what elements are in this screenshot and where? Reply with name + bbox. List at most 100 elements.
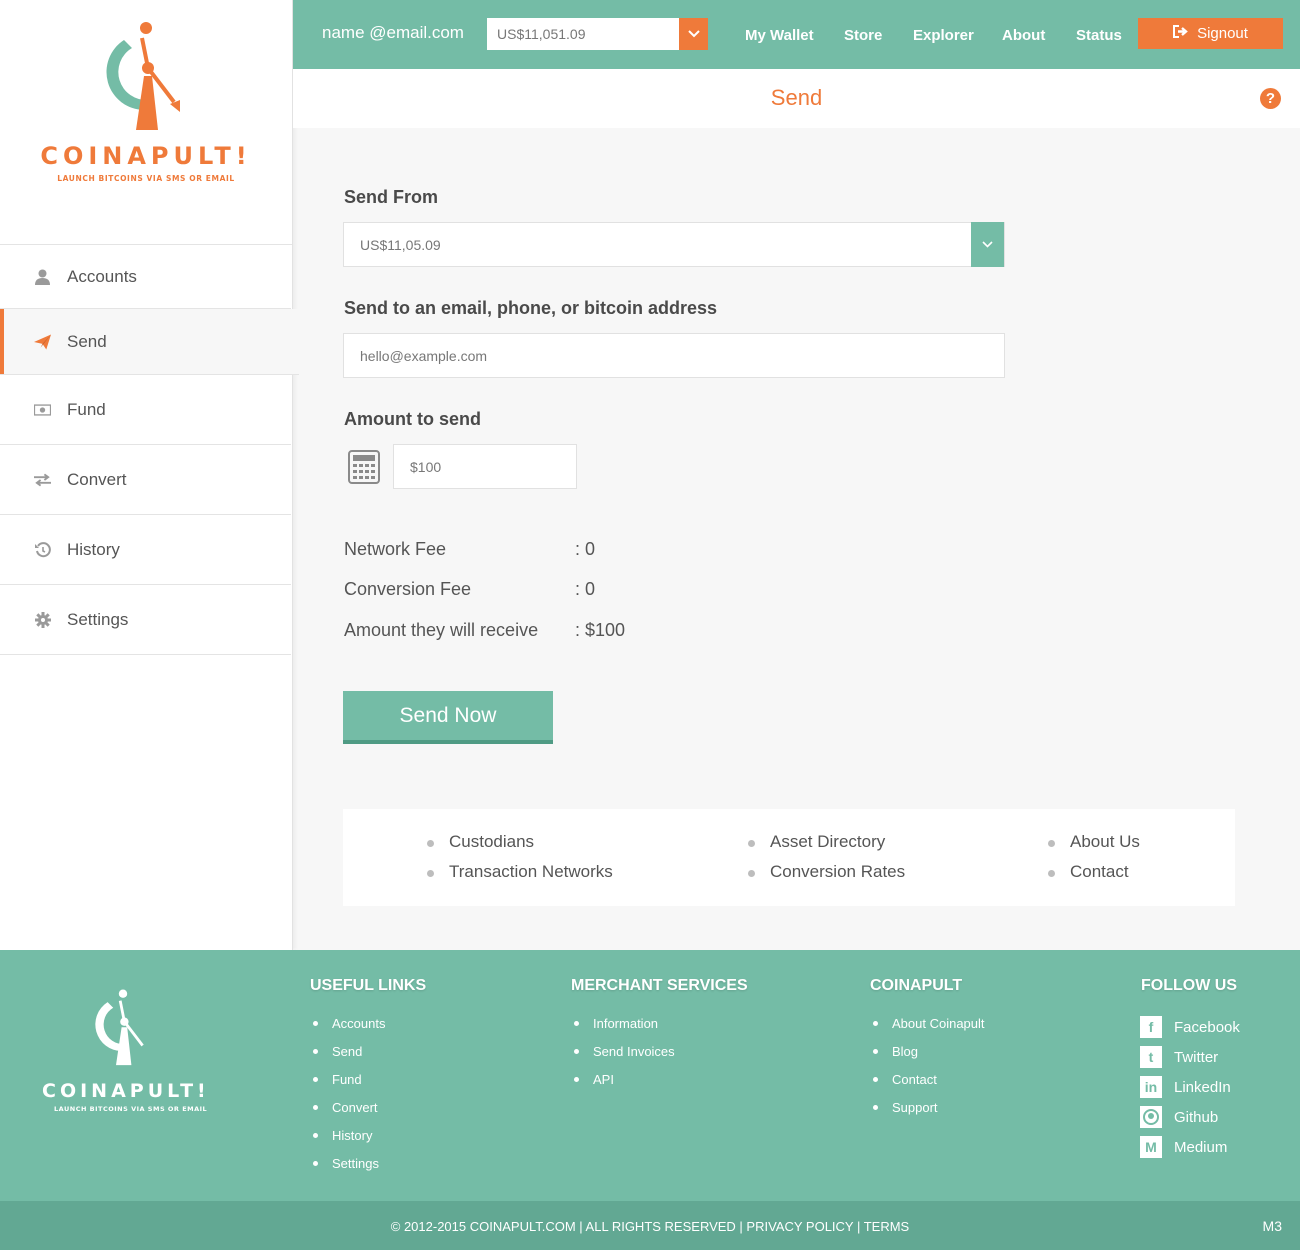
send-to-label: Send to an email, phone, or bitcoin addr… <box>344 298 718 318</box>
user-email: name @email.com <box>322 23 464 42</box>
footer-link-accounts[interactable]: Accounts <box>312 1016 385 1031</box>
social-label: Github <box>1174 1108 1219 1126</box>
nav-about[interactable]: About <box>1002 27 1045 44</box>
sidebar-item-settings[interactable]: Settings <box>0 585 291 655</box>
chevron-down-icon[interactable] <box>971 222 1004 267</box>
footer: COINAPULT! LAUNCH BITCOINS VIA SMS OR EM… <box>0 950 1300 1201</box>
recipient-input[interactable]: hello@example.com <box>343 333 1005 378</box>
sidebar-item-convert[interactable]: Convert <box>0 445 291 515</box>
facebook-icon: f <box>1140 1016 1162 1038</box>
link-custodians[interactable]: Custodians <box>426 832 534 852</box>
sidebar-item-label: Settings <box>67 609 129 629</box>
footer-link-blog[interactable]: Blog <box>872 1044 918 1059</box>
social-label: Twitter <box>1174 1048 1219 1066</box>
amount-received-row: Amount they will receive : $100 <box>344 620 625 641</box>
send-from-label: Send From <box>344 187 439 207</box>
footer-link-history[interactable]: History <box>312 1128 372 1143</box>
signout-icon <box>1173 25 1188 42</box>
medium-icon: M <box>1140 1136 1162 1158</box>
fee-label: Amount they will receive <box>344 620 539 640</box>
signout-label: Signout <box>1197 25 1248 42</box>
linkedin-icon: in <box>1140 1076 1162 1098</box>
sidebar-item-label: Send <box>67 331 107 351</box>
footer-link-send-invoices[interactable]: Send Invoices <box>574 1044 675 1059</box>
send-now-button[interactable]: Send Now <box>343 691 553 744</box>
send-from-value: US$11,05.09 <box>360 236 441 253</box>
footer-link-information[interactable]: Information <box>573 1016 658 1031</box>
link-asset-directory[interactable]: Asset Directory <box>747 832 885 852</box>
footer-link-contact[interactable]: Contact <box>873 1072 937 1087</box>
fee-value: : 0 <box>575 579 596 599</box>
footer-link-fund[interactable]: Fund <box>313 1072 362 1087</box>
social-label: Medium <box>1174 1138 1228 1156</box>
footer-merchant-title: MERCHANT SERVICES <box>571 977 748 994</box>
fee-label: Conversion Fee <box>344 579 472 599</box>
fee-value: : $100 <box>575 620 626 640</box>
sidebar-item-history[interactable]: History <box>0 515 291 585</box>
sidebar-item-send[interactable]: Send <box>0 309 299 375</box>
footer-link-convert[interactable]: Convert <box>313 1100 378 1115</box>
social-medium[interactable]: M Medium <box>1140 1136 1227 1158</box>
balance-value: US$11,051.09 <box>497 26 586 42</box>
nav-store[interactable]: Store <box>844 27 882 44</box>
amount-placeholder: $100 <box>410 458 442 475</box>
paper-plane-icon <box>34 333 51 350</box>
top-bar: name @email.com US$11,051.09 My Wallet S… <box>293 0 1300 69</box>
brand-logo[interactable]: COINAPULT! LAUNCH BITCOINS VIA SMS OR EM… <box>0 0 292 245</box>
amount-label: Amount to send <box>344 409 481 429</box>
footer-brand-name: COINAPULT! <box>42 1080 210 1102</box>
signout-button[interactable]: Signout <box>1138 18 1283 49</box>
social-twitter[interactable]: t Twitter <box>1140 1046 1218 1068</box>
sidebar-item-label: History <box>67 539 120 559</box>
link-conversion-rates[interactable]: Conversion Rates <box>747 862 905 882</box>
gear-icon <box>34 611 51 628</box>
github-icon <box>1140 1106 1162 1128</box>
fee-value: : 0 <box>575 539 596 559</box>
catapult-logo-icon <box>95 989 144 1066</box>
footer-link-about-coinapult[interactable]: About Coinapult <box>873 1016 985 1031</box>
title-bar: Send ? <box>293 69 1300 128</box>
social-label: Facebook <box>1174 1018 1240 1036</box>
sidebar-item-accounts[interactable]: Accounts <box>0 245 291 309</box>
footer-link-send[interactable]: Send <box>312 1044 362 1059</box>
social-linkedin[interactable]: in LinkedIn <box>1140 1076 1231 1098</box>
nav-my-wallet[interactable]: My Wallet <box>745 27 814 44</box>
link-about-us[interactable]: About Us <box>1048 832 1140 852</box>
sidebar-item-label: Fund <box>67 399 106 419</box>
version-label: M3 <box>1262 1218 1282 1234</box>
footer-link-api[interactable]: API <box>574 1072 614 1087</box>
money-icon <box>34 401 51 418</box>
chevron-down-icon[interactable] <box>679 18 708 50</box>
social-github[interactable]: Github <box>1140 1106 1218 1128</box>
social-label: LinkedIn <box>1174 1078 1231 1096</box>
calculator-icon[interactable] <box>348 450 380 484</box>
user-icon <box>34 268 51 285</box>
balance-select[interactable]: US$11,051.09 <box>487 18 708 50</box>
sidebar-item-label: Accounts <box>67 266 137 286</box>
exchange-icon <box>34 471 51 488</box>
page-title: Send <box>770 85 823 110</box>
network-fee-row: Network Fee : 0 <box>344 539 595 560</box>
footer-useful-links-title: USEFUL LINKS <box>310 977 427 994</box>
brand-name: COINAPULT! <box>40 142 252 170</box>
copyright-text[interactable]: © 2012-2015 COINAPULT.COM | ALL RIGHTS R… <box>0 1219 1300 1234</box>
send-from-select[interactable]: US$11,05.09 <box>343 222 1005 267</box>
help-icon[interactable]: ? <box>1260 88 1281 109</box>
link-transaction-networks[interactable]: Transaction Networks <box>427 862 613 882</box>
nav-status[interactable]: Status <box>1076 27 1122 44</box>
sidebar-item-label: Convert <box>67 469 127 489</box>
amount-input[interactable]: $100 <box>393 444 577 489</box>
footer-coinapult-title: COINAPULT <box>870 977 963 994</box>
catapult-logo-icon <box>106 22 180 130</box>
links-panel: Custodians Transaction Networks Asset Di… <box>343 809 1235 906</box>
footer-link-settings[interactable]: Settings <box>313 1156 379 1171</box>
recipient-placeholder: hello@example.com <box>360 347 488 364</box>
link-contact[interactable]: Contact <box>1048 862 1129 882</box>
conversion-fee-row: Conversion Fee : 0 <box>344 579 595 600</box>
sidebar-item-fund[interactable]: Fund <box>0 375 291 445</box>
nav-explorer[interactable]: Explorer <box>913 27 974 44</box>
fee-label: Network Fee <box>344 539 447 559</box>
footer-link-support[interactable]: Support <box>873 1100 938 1115</box>
copyright-bar: © 2012-2015 COINAPULT.COM | ALL RIGHTS R… <box>0 1201 1300 1250</box>
social-facebook[interactable]: f Facebook <box>1140 1016 1240 1038</box>
